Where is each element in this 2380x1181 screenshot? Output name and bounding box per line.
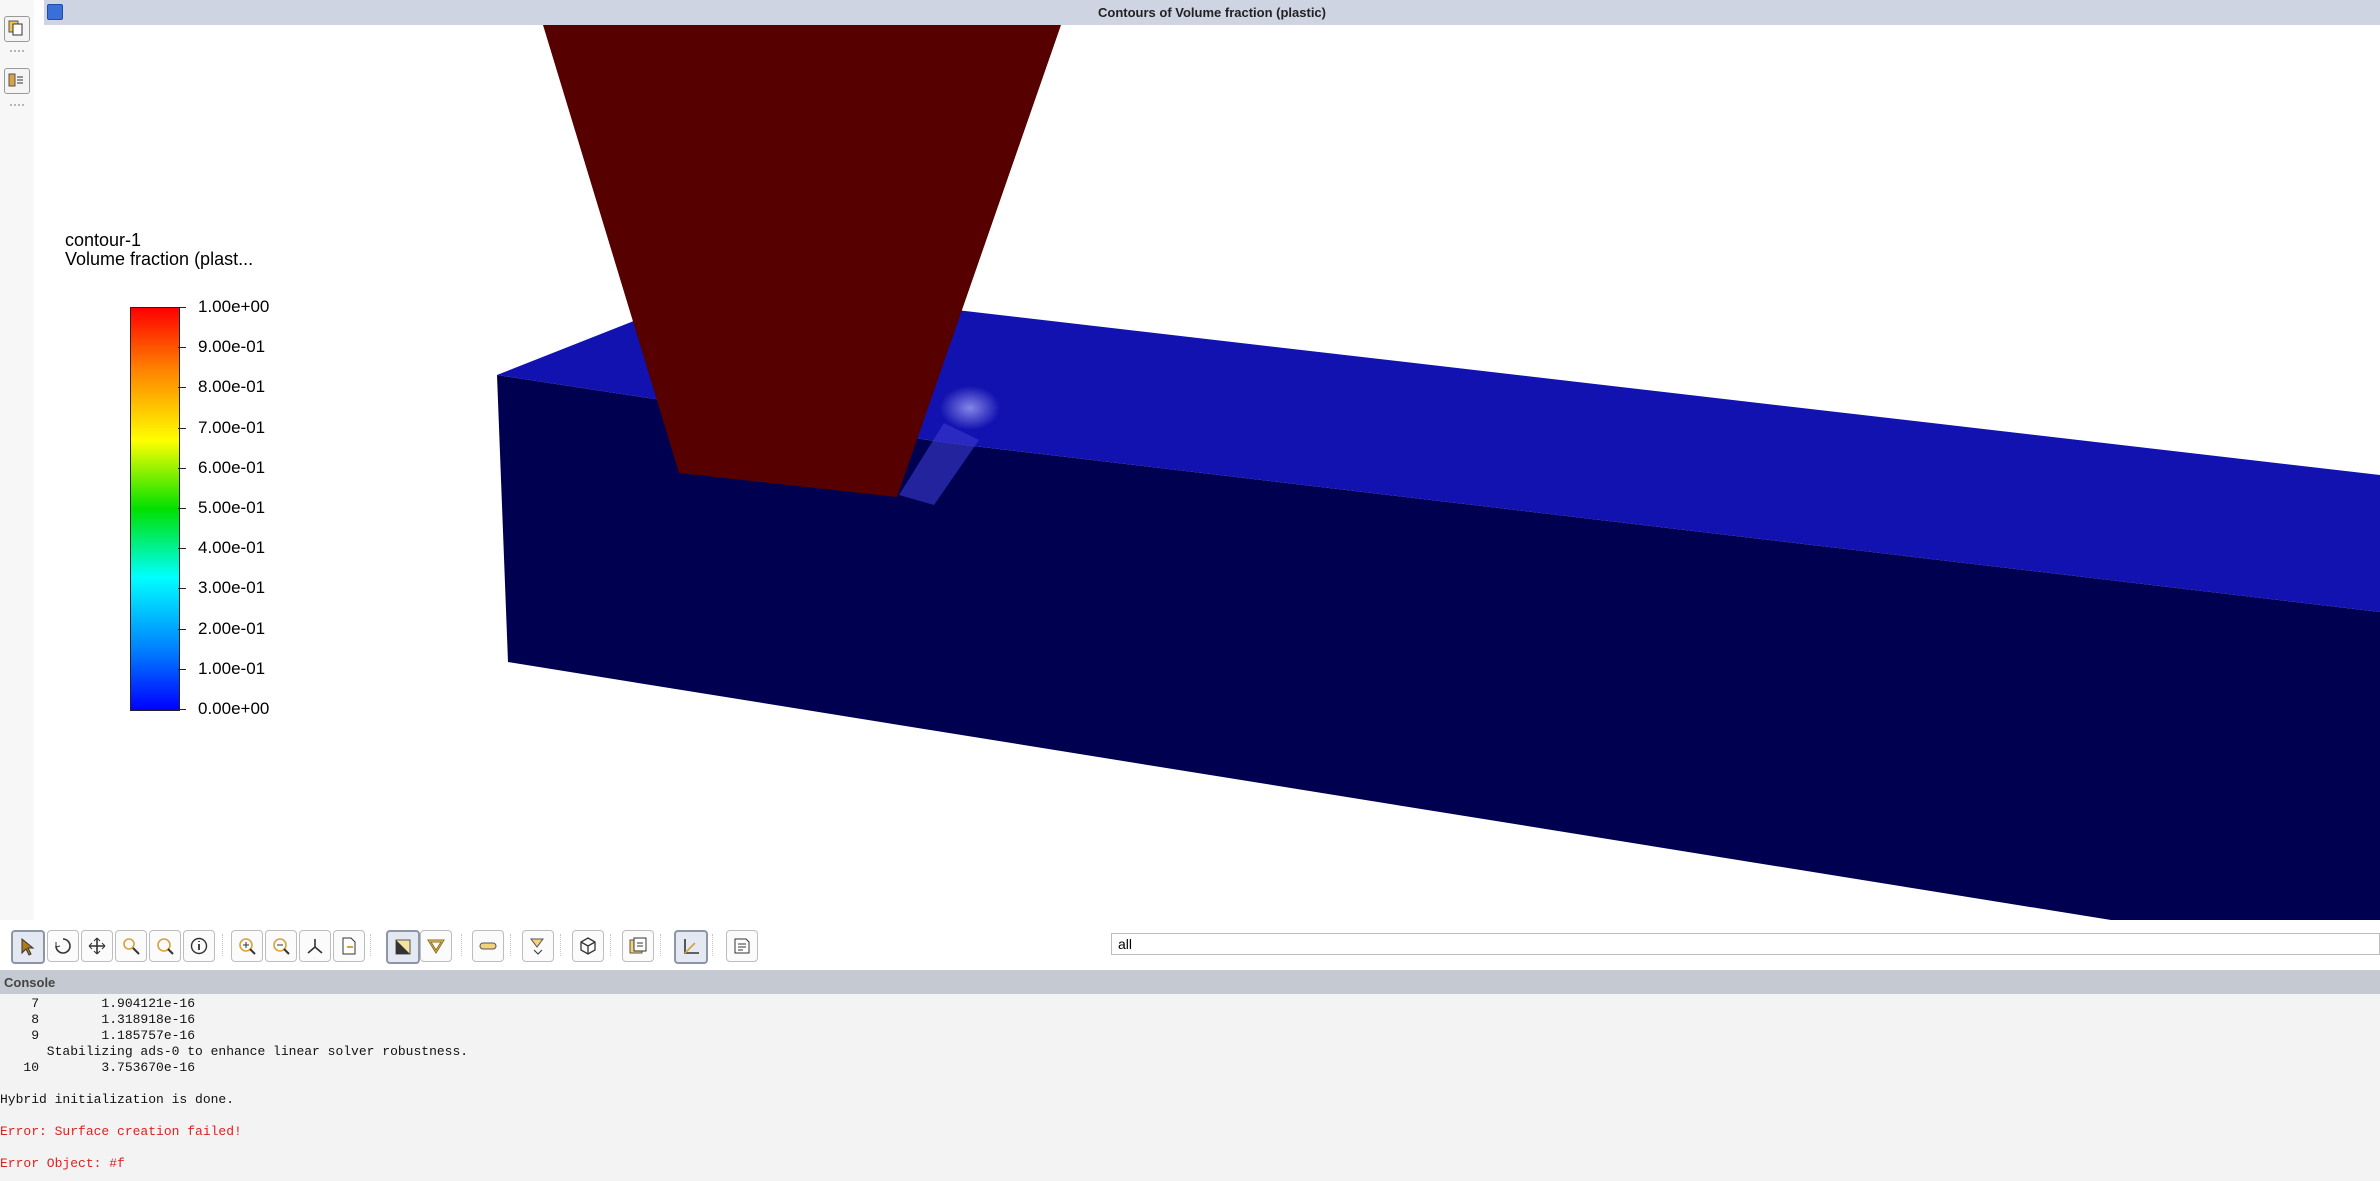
cube-view-icon[interactable]	[572, 930, 604, 962]
colormap-tick	[178, 668, 186, 670]
colormap-tick	[178, 709, 186, 710]
copy-icon[interactable]	[4, 16, 30, 42]
colormap-tick	[178, 387, 186, 389]
colormap-tick-label: 7.00e-01	[198, 417, 266, 437]
colormap-tick-label: 9.00e-01	[198, 337, 266, 357]
console-line: Stabilizing ads-0 to enhance linear solv…	[0, 1044, 469, 1059]
axes-icon[interactable]	[674, 930, 708, 964]
colormap-tick	[178, 307, 186, 308]
colormap-tick	[178, 508, 186, 509]
left-toolbar	[0, 0, 34, 970]
graphics-viewport[interactable]: contour-1 Volume fraction (plast... 1.00…	[44, 25, 2380, 920]
console-line: 8 1.318918e-16	[0, 1012, 196, 1027]
colormap-tick-label: 0.00e+00	[198, 699, 270, 718]
probe-info-icon[interactable]	[183, 930, 215, 962]
display-options-icon[interactable]	[522, 930, 554, 962]
graphics-title-bar: Contours of Volume fraction (plastic)	[44, 0, 2380, 25]
ruler-icon[interactable]	[472, 930, 504, 962]
console-title: Console	[4, 975, 56, 990]
rotate-icon[interactable]	[47, 930, 79, 962]
console-error-line: Error: Surface creation failed!	[0, 1124, 242, 1139]
colormap-tick	[178, 347, 186, 349]
save-picture-icon[interactable]	[622, 930, 654, 962]
surface-filter-input[interactable]	[1111, 933, 2380, 955]
pan-icon[interactable]	[81, 930, 113, 962]
colormap-tick-label: 5.00e-01	[198, 498, 266, 517]
colormap-tick-label: 3.00e-01	[198, 578, 266, 598]
console-line: 9 1.185757e-16	[0, 1028, 196, 1043]
colormap-tick	[178, 588, 186, 590]
console-line: 10 3.753670e-16	[0, 1060, 196, 1075]
select-pointer-icon[interactable]	[11, 930, 45, 964]
zoom-icon[interactable]	[115, 930, 147, 962]
colormap-tick-label: 2.00e-01	[198, 618, 266, 638]
colormap-tick-label: 8.00e-01	[198, 377, 266, 397]
console-error-line: Error Object: #f	[0, 1156, 125, 1171]
colormap-bar	[130, 307, 180, 711]
zoom-out-icon[interactable]	[265, 930, 297, 962]
zoom-to-area-icon[interactable]	[149, 930, 181, 962]
contour-scene	[497, 25, 2380, 920]
view-options-icon[interactable]	[333, 930, 365, 962]
fit-to-window-icon[interactable]	[231, 930, 263, 962]
axes-view-icon[interactable]	[299, 930, 331, 962]
window-title: Contours of Volume fraction (plastic)	[1098, 5, 1326, 20]
console-output[interactable]: 7 1.904121e-16 8 1.318918e-16 9 1.185757…	[0, 994, 2380, 1181]
colormap-tick-label: 1.00e-01	[198, 658, 266, 678]
colormap-tick	[178, 628, 186, 630]
colormap-tick-label: 6.00e-01	[198, 457, 266, 477]
colormap-tick	[178, 467, 186, 469]
panel-layout-icon[interactable]	[4, 68, 30, 94]
console-line: 7 1.904121e-16	[0, 996, 196, 1011]
colormap-tick	[178, 427, 186, 429]
colormap-tick-label: 4.00e-01	[198, 538, 266, 558]
lighting-icon[interactable]	[386, 930, 420, 964]
free-surface-interface	[940, 386, 1000, 430]
transparency-icon[interactable]	[420, 930, 452, 962]
console-header: Console	[0, 970, 2380, 994]
notes-icon[interactable]	[726, 930, 758, 962]
colormap-tick-label: 1.00e+00	[198, 297, 270, 316]
console-line: Hybrid initialization is done.	[0, 1092, 235, 1107]
legend-contour-name: contour-1	[65, 230, 142, 250]
colormap-tick	[178, 548, 186, 550]
legend-variable: Volume fraction (plast...	[65, 249, 254, 269]
